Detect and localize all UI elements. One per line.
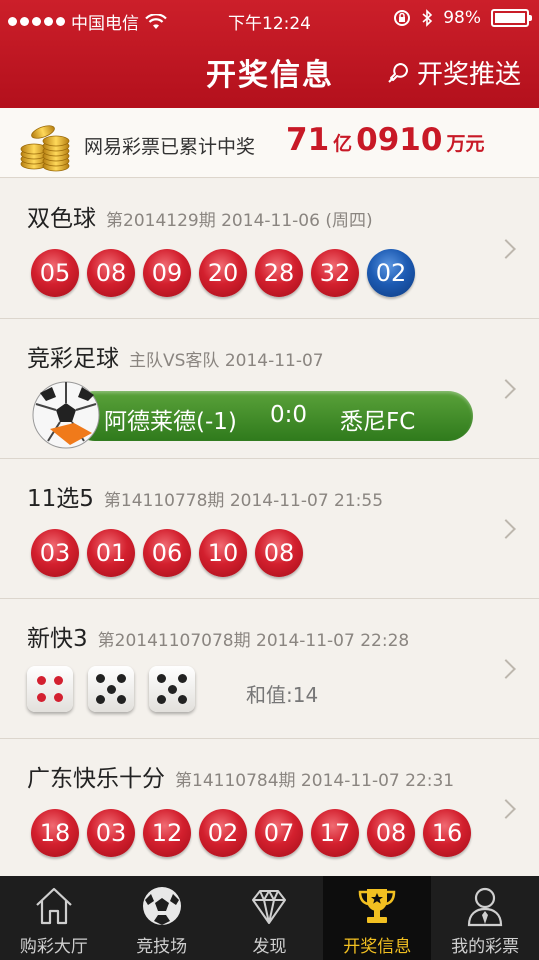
red-ball: 16 (423, 809, 471, 857)
red-ball: 12 (143, 809, 191, 857)
tab-label: 购彩大厅 (19, 937, 88, 957)
status-bar: 中国电信 下午12:24 98% (0, 0, 539, 38)
ball-list: 03 01 06 10 08 (31, 529, 303, 577)
lottery-name: 新快3 (27, 626, 88, 652)
bell-icon (388, 62, 408, 83)
tab-my-lottery[interactable]: 我的彩票 (431, 876, 539, 960)
red-ball: 03 (87, 809, 135, 857)
tab-lobby[interactable]: 购彩大厅 (0, 876, 108, 960)
red-ball: 08 (87, 249, 135, 297)
push-label: 开奖推送 (416, 60, 521, 90)
diamond-icon (252, 890, 287, 924)
red-ball: 01 (87, 529, 135, 577)
red-ball: 20 (199, 249, 247, 297)
tab-label: 开奖信息 (343, 937, 412, 957)
lottery-row-k3[interactable]: 新快3 第20141107078期 2014-11-07 22:28 和值:14 (0, 599, 539, 739)
header: 中国电信 下午12:24 98% 开奖信息 开奖推送 (0, 0, 539, 108)
jackpot-wan-unit: 万元 (446, 133, 485, 155)
dice-sum: 和值:14 (246, 683, 319, 707)
jackpot-wan-value: 0910 (356, 122, 443, 158)
lottery-info: 第14110784期 2014-11-07 22:31 (175, 771, 455, 791)
dice-four-icon (27, 666, 73, 712)
chevron-right-icon (496, 519, 516, 539)
red-ball: 17 (311, 809, 359, 857)
blue-ball: 02 (367, 249, 415, 297)
chevron-right-icon (496, 379, 516, 399)
away-team: 悉尼FC (340, 409, 416, 435)
lottery-row-11x5[interactable]: 11选5 第14110778期 2014-11-07 21:55 03 01 0… (0, 459, 539, 599)
match-result: 阿德莱德(-1) 0:0 悉尼FC (30, 381, 473, 449)
battery-percent: 98% (443, 8, 481, 28)
tab-arena[interactable]: 竞技场 (108, 876, 216, 960)
red-ball: 32 (311, 249, 359, 297)
red-ball: 02 (199, 809, 247, 857)
jackpot-text: 网易彩票已累计中奖 (84, 136, 256, 158)
lottery-name: 广东快乐十分 (27, 766, 165, 792)
lottery-info: 主队VS客队 2014-11-07 (129, 351, 324, 371)
lottery-info: 第20141107078期 2014-11-07 22:28 (97, 631, 410, 651)
lottery-info: 第2014129期 2014-11-06 (周四) (106, 211, 373, 231)
red-ball: 06 (143, 529, 191, 577)
red-ball: 09 (143, 249, 191, 297)
tab-label: 竞技场 (136, 937, 188, 957)
jackpot-amount: 71 亿 0910 万元 (286, 122, 484, 158)
tab-bar: 购彩大厅 竞技场 发现 开奖信息 我的彩票 (0, 876, 539, 960)
person-icon (467, 887, 503, 927)
jackpot-yi-value: 71 (286, 122, 330, 158)
lottery-row-football[interactable]: 竞彩足球 主队VS客队 2014-11-07 阿德莱德(-1) 0:0 悉尼FC (0, 319, 539, 459)
match-score: 0:0 (270, 402, 308, 428)
dice-five-icon (149, 666, 195, 712)
tab-label: 发现 (252, 937, 287, 957)
ball-list: 18 03 12 02 07 17 08 16 (31, 809, 471, 857)
dice-five-icon (88, 666, 134, 712)
home-team: 阿德莱德(-1) (104, 409, 237, 435)
soccer-ball-icon (142, 887, 181, 925)
chevron-right-icon (496, 659, 516, 679)
lottery-name: 双色球 (27, 206, 96, 232)
match-pill: 阿德莱德(-1) 0:0 悉尼FC (70, 391, 473, 441)
soccer-ball-icon (32, 381, 100, 449)
red-ball: 08 (367, 809, 415, 857)
battery-icon (491, 9, 532, 27)
rotation-lock-icon (394, 10, 411, 26)
ball-list: 05 08 09 20 28 32 02 (31, 249, 415, 297)
chevron-right-icon (496, 239, 516, 259)
page-title: 开奖信息 (206, 58, 334, 93)
tab-draw-info[interactable]: 开奖信息 (323, 876, 432, 960)
jackpot-banner: 网易彩票已累计中奖 71 亿 0910 万元 (0, 108, 539, 178)
house-icon (36, 887, 72, 925)
lottery-row-ssq[interactable]: 双色球 第2014129期 2014-11-06 (周四) 05 08 09 2… (0, 179, 539, 319)
lottery-name: 11选5 (27, 486, 94, 512)
red-ball: 10 (199, 529, 247, 577)
lottery-row-gdklsf[interactable]: 广东快乐十分 第14110784期 2014-11-07 22:31 18 03… (0, 739, 539, 876)
jackpot-yi-unit: 亿 (333, 133, 353, 155)
lottery-name: 竞彩足球 (27, 346, 119, 372)
tab-discover[interactable]: 发现 (216, 876, 324, 960)
trophy-icon (359, 889, 396, 923)
red-ball: 28 (255, 249, 303, 297)
red-ball: 07 (255, 809, 303, 857)
dice-list (27, 666, 195, 712)
red-ball: 18 (31, 809, 79, 857)
red-ball: 03 (31, 529, 79, 577)
gold-coins-icon (20, 125, 70, 172)
red-ball: 08 (255, 529, 303, 577)
lottery-info: 第14110778期 2014-11-07 21:55 (103, 491, 384, 511)
red-ball: 05 (31, 249, 79, 297)
bluetooth-icon (422, 9, 433, 27)
push-button[interactable]: 开奖推送 (385, 54, 521, 91)
chevron-right-icon (496, 799, 516, 819)
tab-label: 我的彩票 (451, 937, 520, 957)
